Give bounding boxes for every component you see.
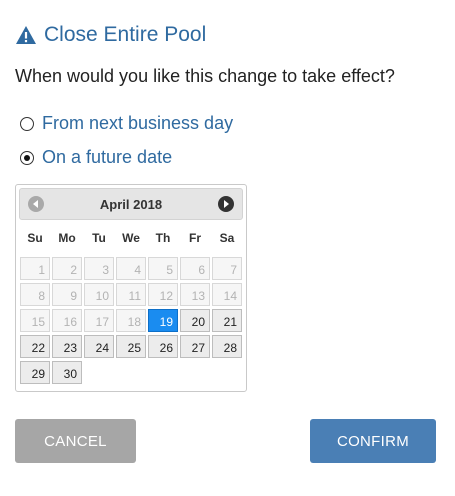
weekday-label: We [122,231,140,245]
calendar-day-disabled: 12 [148,283,178,306]
calendar-day[interactable]: 20 [180,309,210,332]
calendar-day[interactable]: 23 [52,335,82,358]
calendar-day-disabled: 4 [116,257,146,280]
calendar-day-disabled: 17 [84,309,114,332]
calendar-day-disabled: 7 [212,257,242,280]
calendar-header: April 2018 [19,188,243,220]
radio-button-checked[interactable] [20,150,34,165]
calendar-day[interactable]: 21 [212,309,242,332]
calendar-day-disabled: 1 [20,257,50,280]
calendar-day-disabled: 16 [52,309,82,332]
weekday-label: Th [155,231,171,245]
dialog-title: Close Entire Pool [44,23,207,46]
calendar-day-disabled: 10 [84,283,114,306]
calendar-day[interactable]: 29 [20,361,50,384]
calendar-day[interactable]: 22 [20,335,50,358]
question-text: When would you like this change to take … [15,66,395,86]
date-picker: April 2018 Su Mo Tu We Th Fr Sa 1 2 3 4 5 6 7 8 9 10 11 1… [15,184,247,392]
calendar-day-disabled: 14 [212,283,242,306]
weekday-label: Tu [92,231,106,245]
calendar-day-disabled: 11 [116,283,146,306]
calendar-day[interactable]: 25 [116,335,146,358]
weekday-label: Sa [219,231,235,245]
confirm-button[interactable]: CONFIRM [310,419,436,463]
weekday-label: Su [27,231,43,245]
calendar-day-disabled: 15 [20,309,50,332]
calendar-day-disabled: 3 [84,257,114,280]
weekday-label: Mo [58,231,76,245]
radio-button-unchecked[interactable] [20,116,34,131]
warning-icon [16,26,36,44]
option-next-business-day[interactable]: From next business day [20,113,233,134]
month-label: April 2018 [99,197,163,212]
calendar-day-disabled: 5 [148,257,178,280]
option-future-date[interactable]: On a future date [20,147,172,168]
weekday-label: Fr [189,231,201,245]
calendar-day-disabled: 8 [20,283,50,306]
calendar-day[interactable]: 26 [148,335,178,358]
calendar-day-selected[interactable]: 19 [148,309,178,332]
calendar-day[interactable]: 30 [52,361,82,384]
cancel-button[interactable]: CANCEL [15,419,136,463]
calendar-day[interactable]: 27 [180,335,210,358]
option-label[interactable]: From next business day [42,113,233,134]
calendar-days-grid: 1 2 3 4 5 6 7 8 9 10 11 12 13 14 15 16 17 18 19 20 21 22 23 24 2… [19,256,243,386]
calendar-day-disabled: 6 [180,257,210,280]
next-month-button[interactable] [218,196,234,212]
calendar-day-disabled: 18 [116,309,146,332]
calendar-day-disabled: 13 [180,283,210,306]
calendar-day[interactable]: 24 [84,335,114,358]
dialog-title-row: Close Entire Pool [15,23,206,47]
calendar-day[interactable]: 28 [212,335,242,358]
chevron-right-icon [224,200,229,208]
calendar-day-disabled: 9 [52,283,82,306]
option-label[interactable]: On a future date [42,147,172,168]
calendar-day-disabled: 2 [52,257,82,280]
weekday-header: Su Mo Tu We Th Fr Sa [19,231,243,245]
